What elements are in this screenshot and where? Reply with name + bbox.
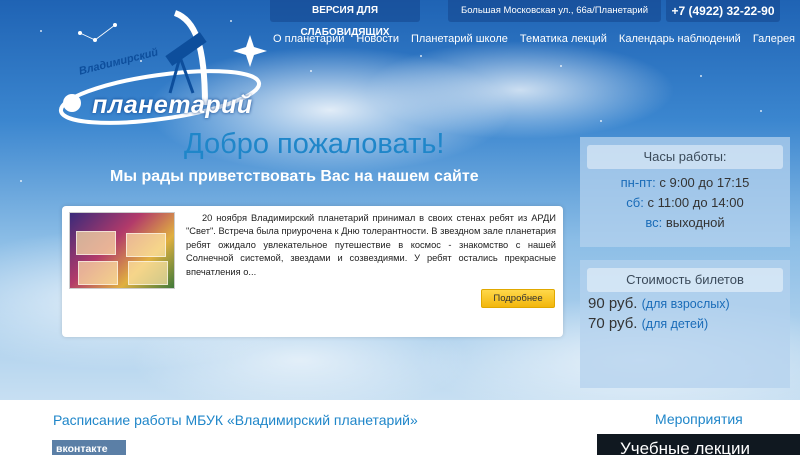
nav-item-about[interactable]: О планетарии — [273, 33, 344, 45]
hours-time: с 9:00 до 17:15 — [655, 175, 750, 190]
logo-title: планетарий — [92, 91, 253, 119]
welcome-title: Добро пожаловать! — [184, 128, 445, 160]
price-value: 90 руб. — [588, 295, 638, 312]
nav-item-calendar[interactable]: Календарь наблюдений — [619, 33, 741, 45]
welcome-subtitle: Мы рады приветствовать Вас на нашем сайт… — [110, 168, 479, 185]
hours-days: сб: — [626, 195, 644, 210]
nav-item-gallery[interactable]: Галерея — [753, 33, 795, 45]
schedule-block: Расписание работы МБУК «Владимирский пла… — [42, 400, 595, 455]
news-thumbnail[interactable] — [69, 212, 175, 289]
hours-days: вс: — [645, 215, 663, 230]
hours-row: сб: с 11:00 до 14:00 — [580, 193, 790, 213]
hours-row: вс: выходной — [580, 213, 790, 233]
news-card: 20 ноября Владимирский планетарий приним… — [62, 206, 563, 337]
main-nav: О планетарии Новости Планетарий школе Те… — [273, 33, 795, 45]
nav-item-lectures[interactable]: Тематика лекций — [520, 33, 607, 45]
hours-time: с 11:00 до 14:00 — [643, 195, 744, 210]
working-hours-panel: Часы работы: пн-пт: с 9:00 до 17:15 сб: … — [580, 137, 790, 247]
accessible-version-link[interactable]: ВЕРСИЯ ДЛЯ СЛАБОВИДЯЩИХ — [270, 0, 420, 38]
news-excerpt: 20 ноября Владимирский планетарий приним… — [186, 213, 556, 277]
hours-time: выходной — [662, 215, 725, 230]
nav-item-school[interactable]: Планетарий школе — [411, 33, 508, 45]
schedule-title: Расписание работы МБУК «Владимирский пла… — [53, 412, 418, 428]
price-note: (для детей) — [641, 317, 709, 331]
read-more-button[interactable]: Подробнее — [481, 289, 555, 308]
phone-number[interactable]: +7 (4922) 32-22-90 — [666, 0, 780, 22]
price-note: (для взрослых) — [641, 297, 730, 311]
working-hours-title: Часы работы: — [587, 145, 783, 169]
nav-item-news[interactable]: Новости — [356, 33, 399, 45]
ticket-prices-panel: Стоимость билетов 90 руб. (для взрослых)… — [580, 260, 790, 388]
events-title: Мероприятия — [655, 411, 743, 427]
ticket-prices-title: Стоимость билетов — [587, 268, 783, 292]
address-label: Большая Московская ул., 66а/Планетарий — [448, 0, 661, 22]
hours-days: пн-пт: — [620, 175, 656, 190]
hours-row: пн-пт: с 9:00 до 17:15 — [580, 173, 790, 193]
vk-widget-button[interactable]: вконтакте — [52, 440, 126, 455]
price-value: 70 руб. — [588, 315, 638, 332]
events-banner[interactable]: Учебные лекции — [597, 434, 800, 455]
price-row: 90 руб. (для взрослых) — [580, 294, 790, 314]
price-row: 70 руб. (для детей) — [580, 314, 790, 334]
